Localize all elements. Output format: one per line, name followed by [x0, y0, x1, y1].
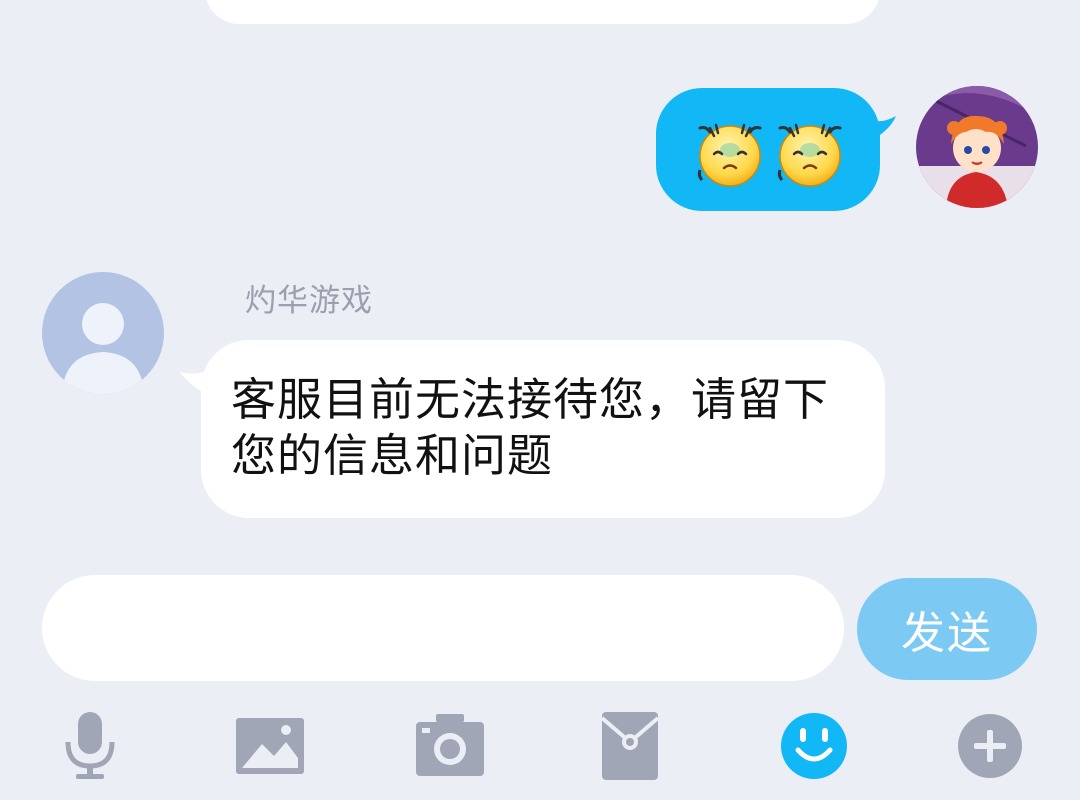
- camera-icon[interactable]: [412, 708, 488, 784]
- customer-service-avatar[interactable]: [42, 272, 164, 394]
- send-button[interactable]: 发送: [857, 578, 1037, 680]
- microphone-icon[interactable]: [52, 708, 128, 784]
- previous-message-bubble[interactable]: [205, 0, 880, 24]
- plus-icon[interactable]: [952, 708, 1028, 784]
- emoji-icon[interactable]: [776, 708, 852, 784]
- red-packet-icon[interactable]: [592, 708, 668, 784]
- sender-name: 灼华游戏: [245, 283, 373, 319]
- message-input[interactable]: [42, 575, 844, 681]
- outgoing-message-bubble[interactable]: [656, 88, 880, 211]
- sweat-face-emoji: [697, 123, 762, 187]
- user-avatar[interactable]: [916, 86, 1038, 208]
- incoming-message-text: 客服目前无法接待您，请留下您的信息和问题: [231, 373, 830, 482]
- sweat-face-emoji: [777, 123, 842, 187]
- image-icon[interactable]: [232, 708, 308, 784]
- outgoing-bubble-tail: [868, 116, 896, 140]
